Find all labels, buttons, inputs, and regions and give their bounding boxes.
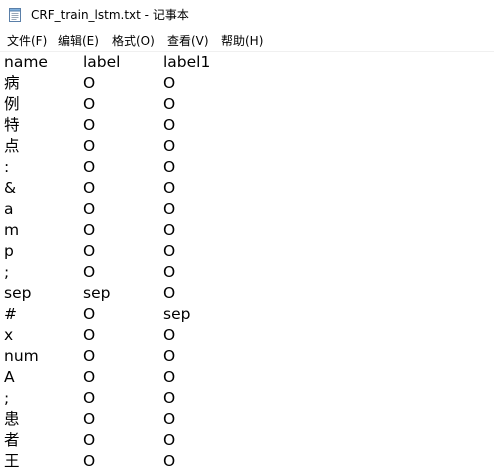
text-field-col-1: O <box>83 305 96 323</box>
text-field-col-2: label1 <box>163 53 211 71</box>
text-line: 例OO <box>0 94 494 115</box>
text-field-col-2: sep <box>163 305 191 323</box>
text-field-col-0: # <box>4 305 17 323</box>
text-field-col-0: a <box>4 200 14 218</box>
text-field-col-2: O <box>163 368 176 386</box>
text-field-col-0: 例 <box>4 95 20 113</box>
text-field-col-2: O <box>163 179 176 197</box>
text-field-col-1: O <box>83 410 96 428</box>
text-line: ; O O <box>0 262 494 283</box>
text-field-col-0: 特 <box>4 116 20 134</box>
text-field-col-1: O <box>83 242 96 260</box>
text-field-col-1: O <box>83 263 96 281</box>
text-line: name label label1 <box>0 52 494 73</box>
text-field-col-0: & <box>4 179 17 197</box>
text-field-col-1: O <box>83 95 96 113</box>
text-field-col-1: O <box>83 326 96 344</box>
text-field-col-0: p <box>4 242 14 260</box>
text-field-col-1: O <box>83 74 96 92</box>
text-field-col-2: O <box>163 452 176 470</box>
text-field-col-1: label <box>83 53 121 71</box>
text-field-col-2: O <box>163 74 176 92</box>
text-line: mOO <box>0 220 494 241</box>
text-line: 者OO <box>0 430 494 451</box>
text-field-col-1: O <box>83 221 96 239</box>
menu-bar: 文件(F) 编辑(E) 格式(O) 查看(V) 帮助(H) <box>0 31 494 52</box>
text-field-col-2: O <box>163 95 176 113</box>
text-field-col-0: m <box>4 221 20 239</box>
text-line: 特OO <box>0 115 494 136</box>
text-field-col-0: ; <box>4 263 10 281</box>
text-field-col-2: O <box>163 326 176 344</box>
text-line: num O O <box>0 346 494 367</box>
window-title: CRF_train_lstm.txt - 记事本 <box>31 8 189 22</box>
text-line: & O O <box>0 178 494 199</box>
text-field-col-2: O <box>163 221 176 239</box>
text-field-col-0: 王 <box>4 452 20 470</box>
text-line: 点OO <box>0 136 494 157</box>
text-line: 病OO <box>0 73 494 94</box>
text-field-col-1: O <box>83 179 96 197</box>
text-line: 患OO <box>0 409 494 430</box>
text-line: xOO <box>0 325 494 346</box>
text-field-col-0: sep <box>4 284 32 302</box>
text-field-col-1: O <box>83 368 96 386</box>
text-field-col-1: O <box>83 389 96 407</box>
text-line: AOO <box>0 367 494 388</box>
text-field-col-2: O <box>163 263 176 281</box>
text-field-col-2: O <box>163 242 176 260</box>
text-field-col-2: O <box>163 347 176 365</box>
menu-file[interactable]: 文件(F) <box>7 33 47 49</box>
text-field-col-1: O <box>83 431 96 449</box>
text-field-col-0: : <box>4 158 10 176</box>
text-field-col-1: O <box>83 452 96 470</box>
text-field-col-0: 者 <box>4 431 20 449</box>
text-field-col-2: O <box>163 137 176 155</box>
text-field-col-2: O <box>163 200 176 218</box>
menu-format[interactable]: 格式(O) <box>112 33 155 49</box>
text-field-col-1: O <box>83 116 96 134</box>
menu-edit[interactable]: 编辑(E) <box>58 33 99 49</box>
text-field-col-2: O <box>163 158 176 176</box>
text-line: # Osep <box>0 304 494 325</box>
title-bar[interactable]: CRF_train_lstm.txt - 记事本 <box>0 0 494 31</box>
menu-view[interactable]: 查看(V) <box>167 33 209 49</box>
text-line: sep sep O <box>0 283 494 304</box>
text-field-col-0: name <box>4 53 48 71</box>
text-field-col-0: num <box>4 347 39 365</box>
text-line: : O O <box>0 157 494 178</box>
text-field-col-1: sep <box>83 284 111 302</box>
text-field-col-0: 病 <box>4 74 20 92</box>
text-field-col-0: 点 <box>4 137 20 155</box>
text-line: 王OO <box>0 451 494 472</box>
text-field-col-0: ; <box>4 389 10 407</box>
menu-help[interactable]: 帮助(H) <box>221 33 263 49</box>
text-field-col-0: x <box>4 326 14 344</box>
text-line: ; O O <box>0 388 494 409</box>
text-field-col-1: O <box>83 200 96 218</box>
text-field-col-2: O <box>163 116 176 134</box>
text-field-col-2: O <box>163 431 176 449</box>
text-field-col-1: O <box>83 137 96 155</box>
text-field-col-1: O <box>83 158 96 176</box>
text-line: aOO <box>0 199 494 220</box>
notepad-icon <box>9 8 21 22</box>
text-field-col-0: 患 <box>4 410 20 428</box>
text-field-col-2: O <box>163 284 176 302</box>
text-field-col-0: A <box>4 368 15 386</box>
text-field-col-2: O <box>163 410 176 428</box>
text-field-col-1: O <box>83 347 96 365</box>
text-line: pOO <box>0 241 494 262</box>
text-editor-area[interactable]: name label label1 病 O O 例 O O 特 O O 点 O O: O O & O Oa O Om O Op… <box>0 52 494 475</box>
text-field-col-2: O <box>163 389 176 407</box>
